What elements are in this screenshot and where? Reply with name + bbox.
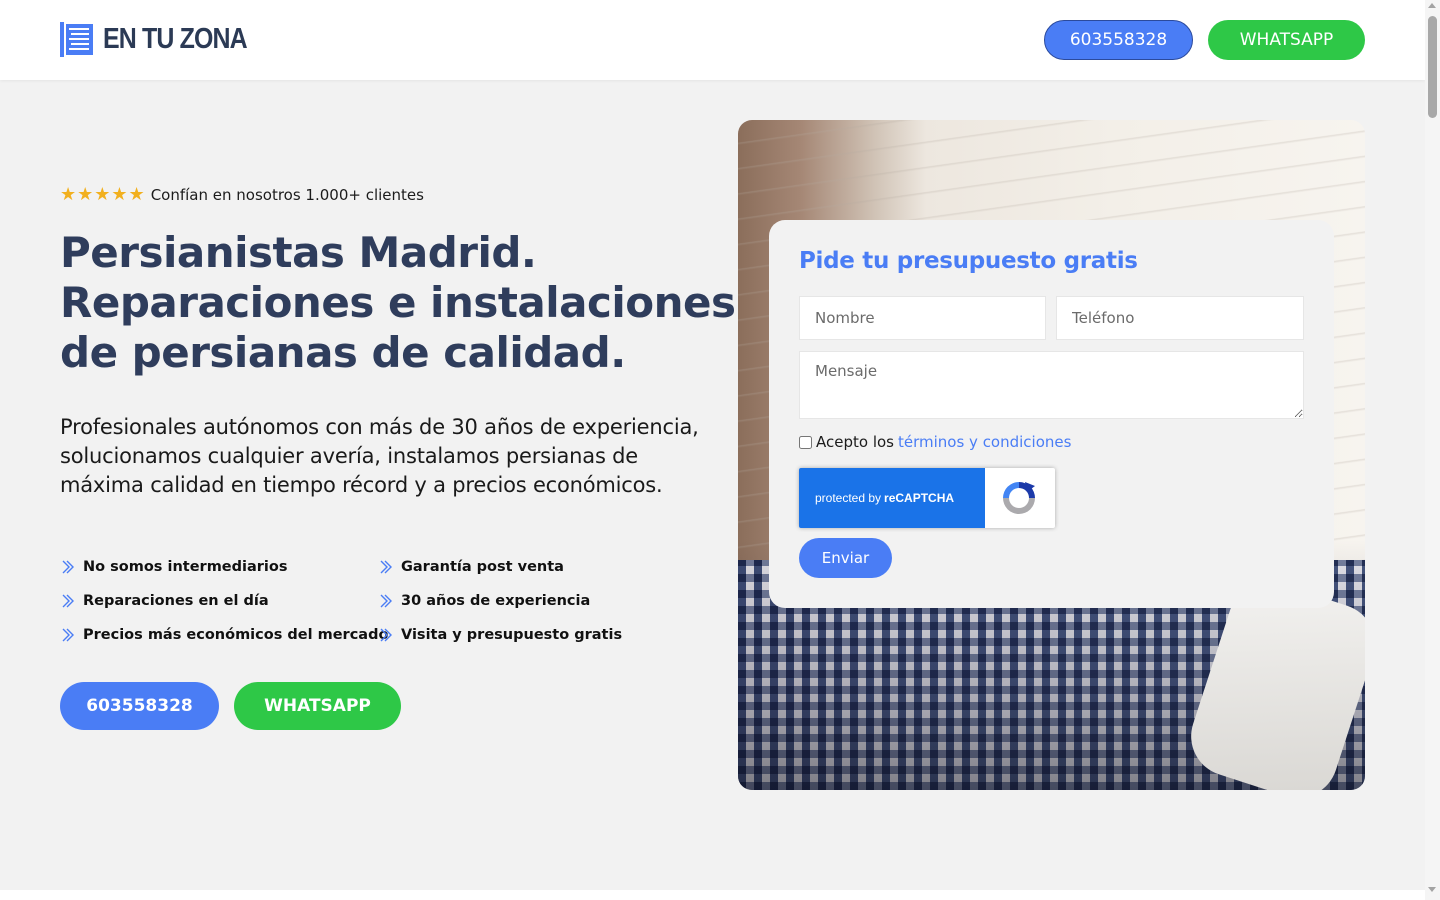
cta-phone-button[interactable]: 603558328 <box>60 682 219 730</box>
recaptcha-brand: reCAPTCHA <box>884 491 955 505</box>
page-scrollbar[interactable] <box>1425 0 1440 900</box>
scroll-down-arrow-icon[interactable] <box>1428 887 1436 892</box>
feature-label: Visita y presupuesto gratis <box>401 627 623 643</box>
feature-list: No somos intermediarios Garantía post ve… <box>60 556 660 646</box>
quote-form: Pide tu presupuesto gratis Acepto los té… <box>769 220 1334 608</box>
feature-item: Precios más económicos del mercado <box>60 624 388 646</box>
page-title-line: Reparaciones e instalaciones <box>60 278 736 327</box>
page-title: Persianistas Madrid. Reparaciones e inst… <box>60 228 736 378</box>
name-input[interactable] <box>799 296 1046 340</box>
recaptcha-text: protected by reCAPTCHA <box>799 468 985 528</box>
header-whatsapp-button[interactable]: WHATSAPP <box>1208 20 1365 60</box>
feature-label: Reparaciones en el día <box>83 593 269 609</box>
rating: ★★★★★ Confían en nosotros 1.000+ cliente… <box>60 184 424 205</box>
feature-item: Reparaciones en el día <box>60 590 378 612</box>
feature-label: No somos intermediarios <box>83 559 288 575</box>
logo-text: EN TU ZONA <box>103 23 248 55</box>
cta-whatsapp-button[interactable]: WHATSAPP <box>234 682 401 730</box>
scroll-up-arrow-icon[interactable] <box>1428 3 1436 8</box>
terms-link[interactable]: términos y condiciones <box>898 433 1071 451</box>
recaptcha-badge[interactable]: protected by reCAPTCHA <box>799 468 1055 528</box>
star-rating-icon: ★★★★★ <box>60 184 146 205</box>
terms-checkbox[interactable] <box>799 435 812 449</box>
feature-label: Garantía post venta <box>401 559 564 575</box>
feature-item: Visita y presupuesto gratis <box>378 624 660 646</box>
page-title-line: de persianas de calidad. <box>60 328 626 377</box>
blinds-logo-icon <box>60 22 93 57</box>
feature-label: 30 años de experiencia <box>401 593 591 609</box>
terms-label: Acepto los <box>816 433 894 451</box>
feature-label: Precios más económicos del mercado <box>83 627 389 643</box>
double-chevron-right-icon <box>62 628 74 642</box>
message-textarea[interactable] <box>799 351 1304 419</box>
double-chevron-right-icon <box>380 628 392 642</box>
rating-text: Confían en nosotros 1.000+ clientes <box>150 185 424 204</box>
feature-item: 30 años de experiencia <box>378 590 660 612</box>
hero-description: Profesionales autónomos con más de 30 añ… <box>60 415 699 497</box>
terms-consent: Acepto los términos y condiciones <box>799 433 1071 451</box>
recaptcha-prefix: protected by <box>815 491 882 505</box>
feature-item: No somos intermediarios <box>60 556 378 578</box>
header-phone-button[interactable]: 603558328 <box>1044 20 1193 60</box>
feature-item: Garantía post venta <box>378 556 660 578</box>
double-chevron-right-icon <box>62 560 74 574</box>
form-title: Pide tu presupuesto gratis <box>799 248 1138 274</box>
double-chevron-right-icon <box>62 594 74 608</box>
page-title-line: Persianistas Madrid. <box>60 228 537 277</box>
submit-button[interactable]: Enviar <box>799 538 892 578</box>
logo[interactable]: EN TU ZONA <box>60 22 270 57</box>
site-header: EN TU ZONA 603558328 WHATSAPP <box>0 0 1425 80</box>
double-chevron-right-icon <box>380 594 392 608</box>
double-chevron-right-icon <box>380 560 392 574</box>
next-section-edge <box>0 890 1425 900</box>
phone-input[interactable] <box>1056 296 1304 340</box>
recaptcha-icon <box>1003 482 1035 514</box>
scroll-thumb[interactable] <box>1428 16 1437 118</box>
